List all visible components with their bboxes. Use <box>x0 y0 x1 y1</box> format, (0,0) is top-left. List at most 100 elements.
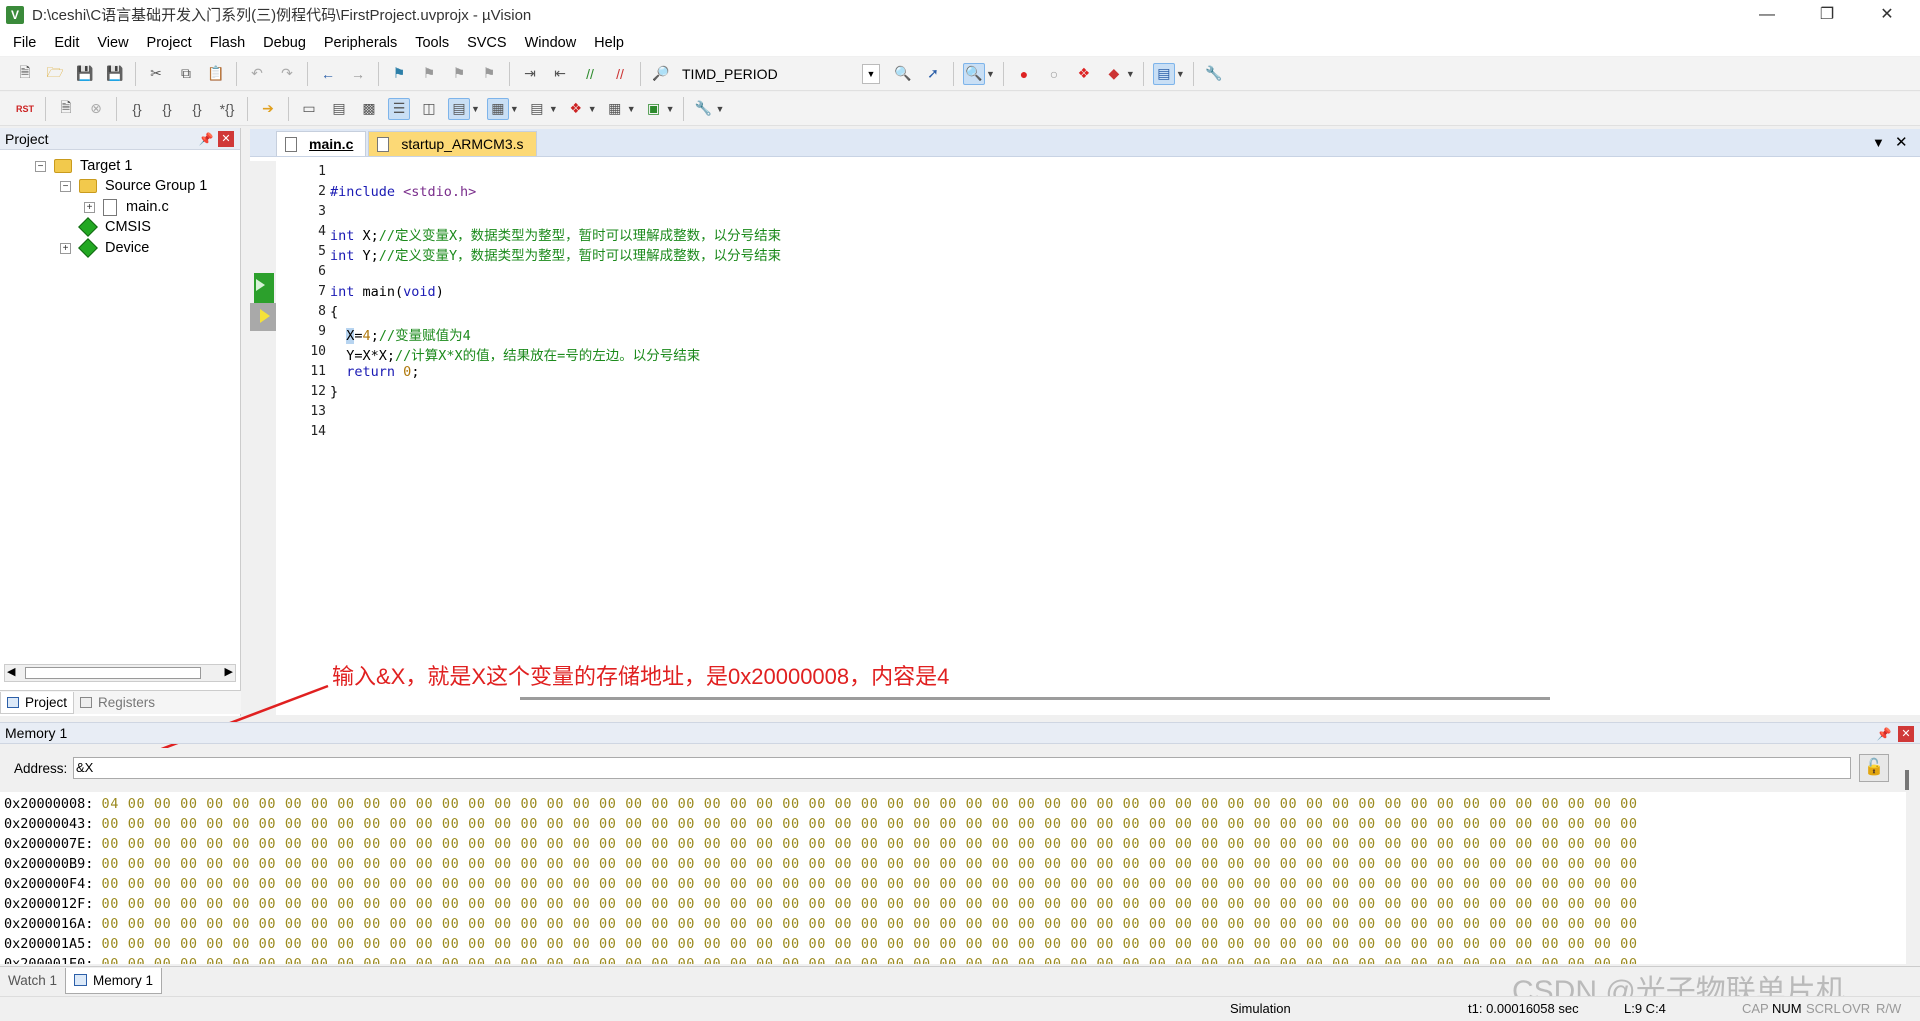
tab-watch-1[interactable]: Watch 1 <box>0 968 65 994</box>
memory-row[interactable]: 0x20000043: 00 00 00 00 00 00 00 00 00 0… <box>4 816 1638 836</box>
close-tab-icon[interactable]: ✕ <box>1895 133 1908 151</box>
registers-window-icon[interactable]: ☰ <box>388 97 410 120</box>
memory-bytes[interactable]: 04 00 00 00 00 00 00 00 00 00 00 00 00 0… <box>102 796 1638 812</box>
memory-row[interactable]: 0x2000012F: 00 00 00 00 00 00 00 00 00 0… <box>4 896 1638 916</box>
paste-icon[interactable]: 📋 <box>205 63 227 85</box>
close-panel-icon[interactable]: ✕ <box>218 131 234 147</box>
find-icon[interactable]: 🔍 <box>892 63 914 85</box>
prev-bookmark-icon[interactable]: ⚑ <box>418 63 440 85</box>
toolbox-dropdown-icon[interactable]: ▼ <box>716 104 725 114</box>
breakpoint-dropdown-icon[interactable]: ▼ <box>1126 69 1135 79</box>
editor-horizontal-scrollbar[interactable] <box>520 697 1550 700</box>
memory-dump[interactable]: 0x20000008: 04 00 00 00 00 00 00 00 00 0… <box>0 792 1906 964</box>
collapse-icon[interactable]: − <box>35 160 46 172</box>
symbols-window-icon[interactable]: ▩ <box>358 98 380 120</box>
tree-file-main[interactable]: + main.c <box>84 196 169 218</box>
menu-peripherals[interactable]: Peripherals <box>315 35 406 51</box>
incremental-find-icon[interactable]: ➚ <box>922 63 944 85</box>
step-out-icon[interactable]: {} <box>186 98 208 120</box>
cut-icon[interactable]: ✂ <box>145 63 167 85</box>
memory-vertical-scrollbar[interactable] <box>1905 770 1909 790</box>
window-layout-icon[interactable]: ▤ <box>1152 62 1175 85</box>
serial-dropdown-icon[interactable]: ▼ <box>549 104 558 114</box>
restore-button[interactable]: ❐ <box>1804 0 1850 29</box>
trace-dropdown-icon[interactable]: ▼ <box>627 104 636 114</box>
memory-row[interactable]: 0x200001E0: 00 00 00 00 00 00 00 00 00 0… <box>4 956 1638 964</box>
analysis-windows-icon[interactable]: ❖ <box>565 98 587 120</box>
scroll-left-icon[interactable]: ◀ <box>7 665 15 678</box>
system-viewer-icon[interactable]: ▣ <box>643 98 665 120</box>
memory-bytes[interactable]: 00 00 00 00 00 00 00 00 00 00 00 00 00 0… <box>102 916 1638 932</box>
close-window-button[interactable]: ✕ <box>1864 0 1910 29</box>
menu-tools[interactable]: Tools <box>406 35 458 51</box>
tab-list-dropdown-icon[interactable]: ▼ <box>1872 135 1885 150</box>
memory-bytes[interactable]: 00 00 00 00 00 00 00 00 00 00 00 00 00 0… <box>102 856 1638 872</box>
memory-row[interactable]: 0x200000F4: 00 00 00 00 00 00 00 00 00 0… <box>4 876 1638 896</box>
debug-dropdown-icon[interactable]: ▼ <box>986 69 995 79</box>
new-file-icon[interactable]: 🗎 <box>14 63 36 85</box>
menu-help[interactable]: Help <box>585 35 633 51</box>
indent-icon[interactable]: ⇥ <box>519 63 541 85</box>
next-bookmark-icon[interactable]: ⚑ <box>448 63 470 85</box>
find-in-files-icon[interactable]: 🔎 <box>650 63 672 85</box>
navigate-forward-icon[interactable]: → <box>347 63 369 85</box>
tab-memory-1[interactable]: Memory 1 <box>65 967 163 994</box>
tab-startup-s[interactable]: startup_ARMCM3.s <box>368 131 537 156</box>
target-dropdown-arrow-icon[interactable]: ▼ <box>862 63 880 84</box>
target-select[interactable]: TIMD_PERIOD <box>682 66 862 82</box>
menu-svcs[interactable]: SVCS <box>458 35 516 51</box>
menu-edit[interactable]: Edit <box>45 35 88 51</box>
undo-icon[interactable]: ↶ <box>246 63 268 85</box>
menu-debug[interactable]: Debug <box>254 35 315 51</box>
call-stack-icon[interactable]: ◫ <box>418 98 440 120</box>
scrollbar-thumb[interactable] <box>25 667 201 679</box>
analysis-dropdown-icon[interactable]: ▼ <box>588 104 597 114</box>
navigate-back-icon[interactable]: ← <box>317 63 339 85</box>
memory-dropdown-icon[interactable]: ▼ <box>510 104 519 114</box>
memory-bytes[interactable]: 00 00 00 00 00 00 00 00 00 00 00 00 00 0… <box>102 956 1638 964</box>
bookmark-icon[interactable]: ⚑ <box>388 63 410 85</box>
enable-breakpoint-icon[interactable]: ○ <box>1043 63 1065 85</box>
memory-bytes[interactable]: 00 00 00 00 00 00 00 00 00 00 00 00 00 0… <box>102 816 1638 832</box>
run-icon[interactable]: 🗎 <box>55 98 77 120</box>
close-panel-icon[interactable]: ✕ <box>1898 726 1914 742</box>
pin-icon[interactable]: 📌 <box>198 131 214 147</box>
expand-icon[interactable]: + <box>60 242 71 254</box>
memory-bytes[interactable]: 00 00 00 00 00 00 00 00 00 00 00 00 00 0… <box>102 836 1638 852</box>
reset-icon[interactable]: RST <box>14 98 36 120</box>
configure-icon[interactable]: 🔧 <box>1203 63 1225 85</box>
stop-icon[interactable]: ⊗ <box>85 98 107 120</box>
serial-windows-icon[interactable]: ▤ <box>526 98 548 120</box>
memory-row[interactable]: 0x200001A5: 00 00 00 00 00 00 00 00 00 0… <box>4 936 1638 956</box>
memory-row[interactable]: 0x2000016A: 00 00 00 00 00 00 00 00 00 0… <box>4 916 1638 936</box>
uncomment-icon[interactable]: // <box>609 63 631 85</box>
toolbox-icon[interactable]: 🔧 <box>693 98 715 120</box>
step-over-icon[interactable]: {} <box>156 98 178 120</box>
save-all-icon[interactable]: 💾 <box>104 63 126 85</box>
watch-dropdown-icon[interactable]: ▼ <box>471 104 480 114</box>
show-next-statement-icon[interactable]: ➔ <box>257 98 279 120</box>
tab-project[interactable]: Project <box>0 691 75 714</box>
memory-row[interactable]: 0x2000007E: 00 00 00 00 00 00 00 00 00 0… <box>4 836 1638 856</box>
scroll-right-icon[interactable]: ▶ <box>225 665 233 678</box>
code-text-area[interactable]: #include <stdio.h> int X;//定义变量X，数据类型为整型… <box>330 161 1910 701</box>
memory-bytes[interactable]: 00 00 00 00 00 00 00 00 00 00 00 00 00 0… <box>102 876 1638 892</box>
tree-device[interactable]: + Device <box>60 237 149 259</box>
command-window-icon[interactable]: ▭ <box>298 98 320 120</box>
comment-icon[interactable]: // <box>579 63 601 85</box>
insert-breakpoint-icon[interactable]: ● <box>1013 63 1035 85</box>
menu-file[interactable]: File <box>4 35 45 51</box>
menu-view[interactable]: View <box>88 35 137 51</box>
breakpoint-gutter[interactable] <box>250 161 276 715</box>
address-input[interactable]: &X <box>73 757 1851 779</box>
expand-icon[interactable]: + <box>84 201 95 213</box>
layout-dropdown-icon[interactable]: ▼ <box>1176 69 1185 79</box>
disassembly-window-icon[interactable]: ▤ <box>328 98 350 120</box>
kill-all-breakpoints-icon[interactable]: ◆ <box>1103 63 1125 85</box>
menu-project[interactable]: Project <box>138 35 201 51</box>
disable-all-breakpoints-icon[interactable]: ❖ <box>1073 63 1095 85</box>
unindent-icon[interactable]: ⇤ <box>549 63 571 85</box>
save-icon[interactable]: 💾 <box>74 63 96 85</box>
debug-session-icon[interactable]: 🔍 <box>963 62 985 85</box>
step-into-icon[interactable]: {} <box>126 98 148 120</box>
